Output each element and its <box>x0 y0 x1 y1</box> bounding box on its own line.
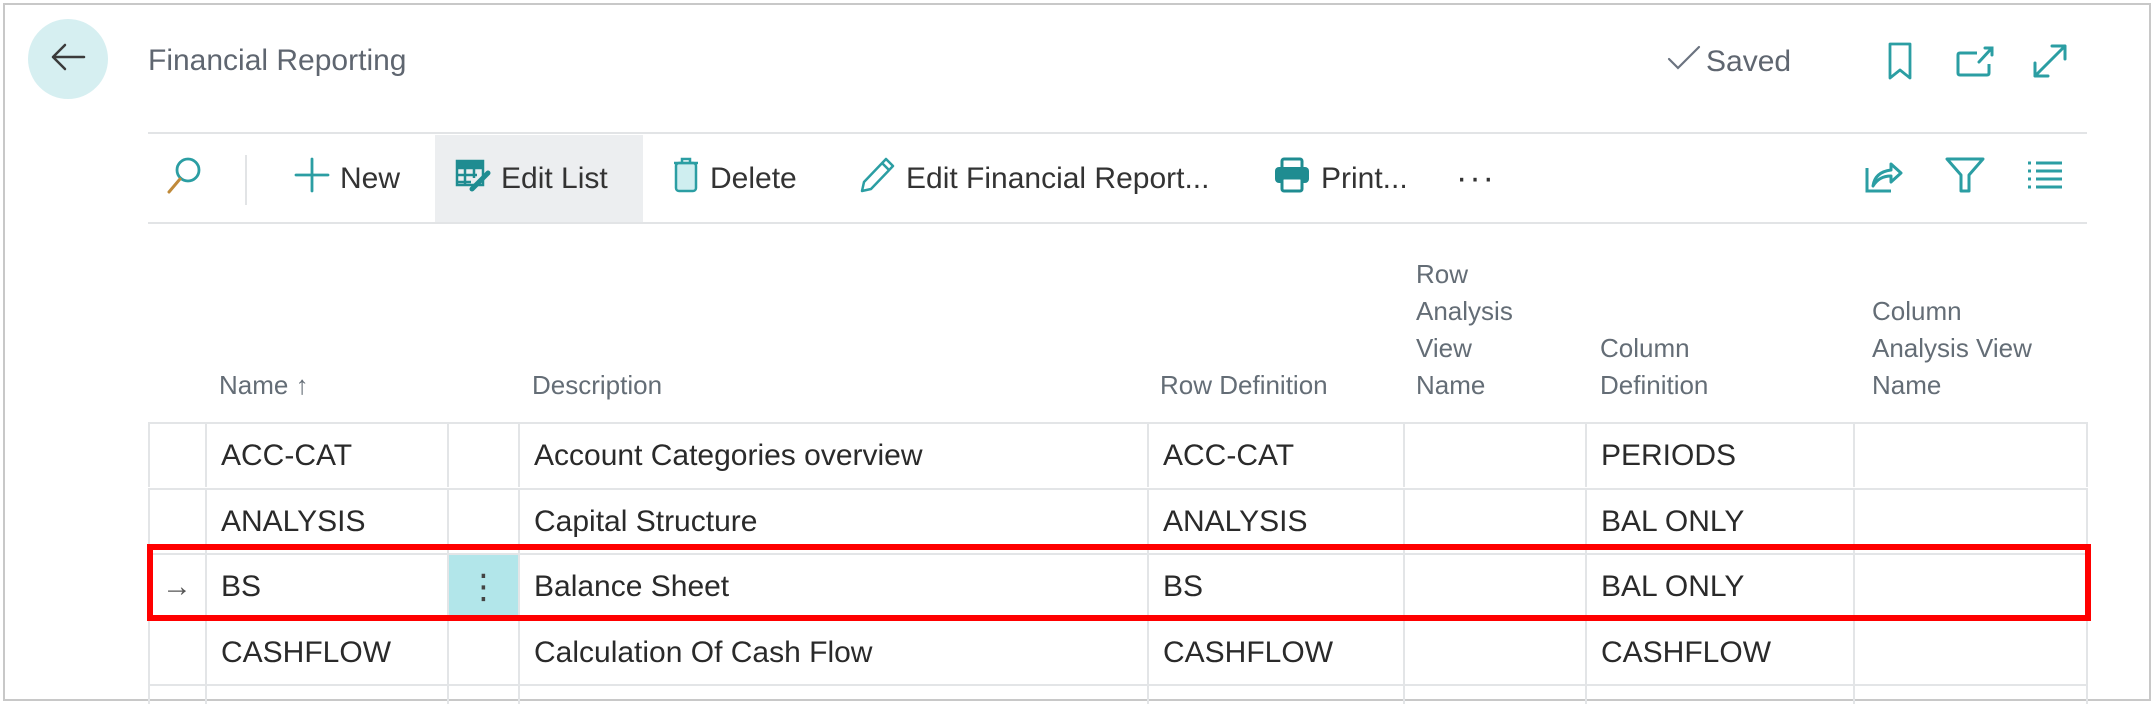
new-button[interactable]: New <box>294 135 400 222</box>
column-analysis-view-name-cell <box>1853 424 2088 487</box>
table-row[interactable]: → BS ⋮ Balance Sheet BS BAL ONLY <box>148 553 2088 618</box>
list-view-icon <box>2026 160 2064 198</box>
column-header-row-analysis-view-name[interactable]: Row Analysis View Name <box>1416 256 1513 404</box>
column-analysis-view-name-cell <box>1853 490 2088 553</box>
pencil-icon <box>858 155 896 203</box>
row-indicator-cell <box>148 490 205 553</box>
column-header-name[interactable]: Name ↑ <box>219 367 309 404</box>
edit-list-button-label: Edit List <box>501 161 608 195</box>
table-row[interactable]: ANALYSIS Capital Structure ANALYSIS BAL ONL… <box>148 488 2088 553</box>
row-definition-cell: ANALYSIS <box>1147 490 1403 553</box>
more-options-icon: ··· <box>1456 159 1496 197</box>
column-definition-cell: CASHFLOW <box>1585 621 1853 684</box>
back-button[interactable] <box>28 19 108 99</box>
partial-cell <box>1585 686 1853 704</box>
table-row-partial <box>148 684 2088 704</box>
row-indicator-cell <box>148 424 205 487</box>
open-in-new-window-button[interactable] <box>1955 42 1995 84</box>
edit-list-icon <box>455 158 491 200</box>
delete-icon <box>672 156 700 202</box>
row-analysis-view-name-cell <box>1403 424 1585 487</box>
column-header-description[interactable]: Description <box>532 367 662 404</box>
partial-cell <box>148 686 205 704</box>
description-cell: Calculation Of Cash Flow <box>518 621 1147 684</box>
delete-button-label: Delete <box>710 161 797 195</box>
partial-cell <box>447 686 518 704</box>
name-cell[interactable]: BS <box>205 555 447 618</box>
checkmark-icon <box>1666 44 1702 80</box>
partial-cell <box>1147 686 1403 704</box>
column-definition-cell: BAL ONLY <box>1585 490 1853 553</box>
row-indicator-cell: → <box>148 555 205 618</box>
name-cell[interactable]: CASHFLOW <box>205 621 447 684</box>
name-cell[interactable]: ANALYSIS <box>205 490 447 553</box>
save-status: Saved <box>1666 44 1791 80</box>
column-analysis-view-name-cell <box>1853 555 2088 618</box>
table-row[interactable]: ACC-CAT Account Categories overview ACC-CA… <box>148 422 2088 487</box>
column-definition-cell: PERIODS <box>1585 424 1853 487</box>
edit-financial-report-label: Edit Financial Report... <box>906 161 1210 195</box>
filter-button[interactable] <box>1944 135 1986 222</box>
row-analysis-view-name-cell <box>1403 555 1585 618</box>
description-cell: Capital Structure <box>518 490 1147 553</box>
filter-icon <box>1944 156 1986 202</box>
delete-button[interactable]: Delete <box>672 135 797 222</box>
column-header-column-definition[interactable]: Column Definition <box>1600 330 1708 404</box>
partial-cell <box>1853 686 2088 704</box>
more-options-button[interactable]: ··· <box>1456 135 1496 222</box>
open-in-new-window-icon <box>1955 44 1995 83</box>
search-icon <box>166 155 204 203</box>
row-menu-cell[interactable] <box>447 490 518 553</box>
column-header-column-analysis-view-name[interactable]: Column Analysis View Name <box>1872 293 2032 404</box>
edit-list-button[interactable]: Edit List <box>435 135 643 222</box>
action-toolbar: New Edit List Delete Edit Financial Repo… <box>148 135 2087 222</box>
column-definition-cell: BAL ONLY <box>1585 555 1853 618</box>
share-icon <box>1863 156 1905 202</box>
save-status-text: Saved <box>1706 45 1792 78</box>
row-indicator-cell <box>148 621 205 684</box>
printer-icon <box>1273 157 1311 201</box>
toolbar-top-divider <box>148 132 2087 134</box>
list-view-button[interactable] <box>2026 135 2064 222</box>
row-definition-cell: CASHFLOW <box>1147 621 1403 684</box>
plus-icon <box>294 157 330 201</box>
row-menu-cell[interactable] <box>447 621 518 684</box>
bookmark-button[interactable] <box>1880 42 1920 84</box>
print-button-label: Print... <box>1321 161 1408 195</box>
row-definition-cell: BS <box>1147 555 1403 618</box>
row-definition-cell: ACC-CAT <box>1147 424 1403 487</box>
edit-financial-report-button[interactable]: Edit Financial Report... <box>858 135 1209 222</box>
table-partial-row-divider <box>148 684 2088 686</box>
row-menu-cell[interactable] <box>447 424 518 487</box>
current-row-arrow-icon: → <box>162 569 192 603</box>
toolbar-bottom-divider <box>148 222 2087 224</box>
partial-cell <box>518 686 1147 704</box>
expand-icon <box>2030 41 2070 86</box>
description-cell: Account Categories overview <box>518 424 1147 487</box>
row-analysis-view-name-cell <box>1403 490 1585 553</box>
row-menu-cell[interactable]: ⋮ <box>447 555 518 618</box>
column-analysis-view-name-cell <box>1853 621 2088 684</box>
new-button-label: New <box>340 161 401 195</box>
row-actions-menu-icon: ⋮ <box>466 567 501 606</box>
arrow-left-icon <box>50 42 86 77</box>
description-cell: Balance Sheet <box>518 555 1147 618</box>
bookmark-icon <box>1887 41 1913 86</box>
row-analysis-view-name-cell <box>1403 621 1585 684</box>
search-button[interactable] <box>166 135 204 222</box>
share-button[interactable] <box>1863 135 1905 222</box>
partial-cell <box>1403 686 1585 704</box>
print-button[interactable]: Print... <box>1273 135 1408 222</box>
sort-ascending-icon: ↑ <box>295 370 309 400</box>
column-header-row-definition[interactable]: Row Definition <box>1160 367 1328 404</box>
page-title: Financial Reporting <box>148 44 407 77</box>
name-cell[interactable]: ACC-CAT <box>205 424 447 487</box>
expand-button[interactable] <box>2030 42 2070 84</box>
table-row[interactable]: CASHFLOW Calculation Of Cash Flow CASHFLOW… <box>148 619 2088 684</box>
partial-cell <box>205 686 447 704</box>
toolbar-separator <box>245 155 247 205</box>
